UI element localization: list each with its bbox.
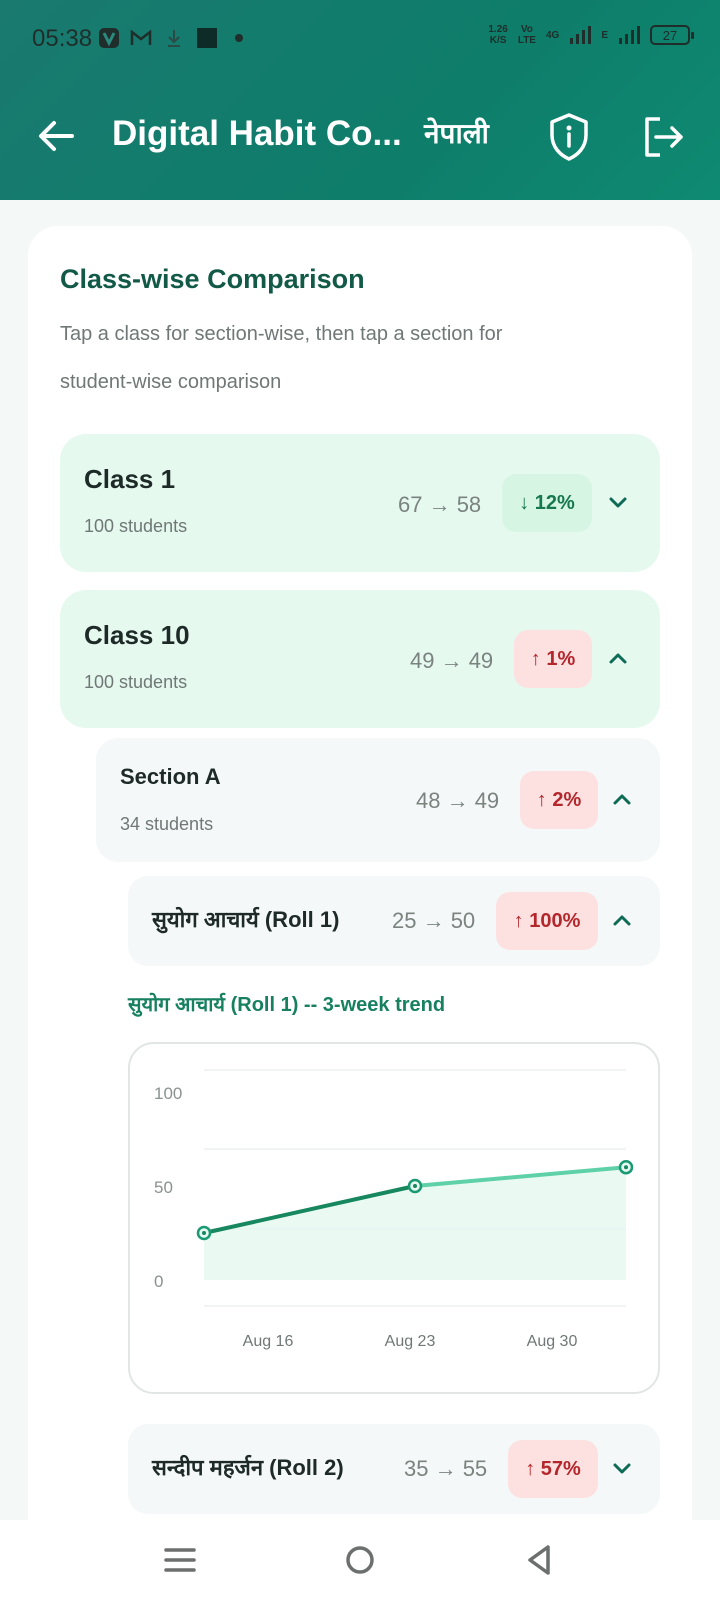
y-tick-label: 50 bbox=[154, 1178, 173, 1197]
x-tick-label: Aug 16 bbox=[243, 1333, 294, 1350]
chevron-up-icon[interactable] bbox=[610, 788, 634, 812]
status-time: 05:38 bbox=[32, 25, 93, 52]
section-score-change: 48 → 49 bbox=[416, 788, 500, 813]
language-toggle-button[interactable]: नेपाली bbox=[424, 114, 489, 152]
signal-icon-2 bbox=[619, 26, 640, 44]
y-tick-label: 100 bbox=[154, 1084, 182, 1103]
class-row-10[interactable]: Class 10 100 students 49 → 49 ↑ 1% bbox=[60, 590, 660, 728]
class-score-change: 67 → 58 bbox=[398, 492, 482, 517]
gmail-icon bbox=[130, 29, 152, 45]
net-type-4g: 4G bbox=[545, 29, 560, 41]
class-student-count: 100 students bbox=[84, 672, 188, 692]
logout-icon[interactable] bbox=[640, 114, 686, 160]
app-header: 05:38 1.26 K/S Vo LTE 4G E 27 Digital Habi… bbox=[0, 0, 720, 200]
student-name: सुयोग आचार्य (Roll 1) bbox=[152, 907, 340, 932]
student-score-change: 35 → 55 bbox=[404, 1456, 488, 1481]
status-bar: 05:38 1.26 K/S Vo LTE 4G E 27 bbox=[0, 0, 720, 80]
vpn-icon bbox=[99, 28, 119, 48]
change-badge-down: ↓ 12% bbox=[502, 474, 592, 532]
net-type-e: E bbox=[601, 29, 608, 41]
chevron-down-icon[interactable] bbox=[610, 1457, 634, 1481]
x-tick-label: Aug 30 bbox=[527, 1333, 578, 1350]
app-square-icon bbox=[197, 28, 217, 48]
battery-indicator: 27 bbox=[650, 25, 694, 45]
trend-chart-svg: 100 50 0 Aug 16 Aug 23 Aug 30 bbox=[154, 1069, 634, 1350]
menu-icon[interactable] bbox=[162, 1542, 198, 1578]
class-score-change: 49 → 49 bbox=[410, 648, 494, 673]
student-score-change: 25 → 50 bbox=[392, 908, 476, 933]
status-indicators: 1.26 K/S Vo LTE 4G E 27 bbox=[488, 24, 694, 46]
card-title: Class-wise Comparison bbox=[60, 264, 365, 294]
section-row-a[interactable]: Section A 34 students 48 → 49 ↑ 2% bbox=[96, 738, 660, 862]
data-point-core bbox=[202, 1231, 206, 1235]
home-circle-icon[interactable] bbox=[342, 1542, 378, 1578]
trend-chart-title: सुयोग आचार्य (Roll 1) -- 3-week trend bbox=[128, 994, 446, 1016]
page-title: Digital Habit Co... bbox=[112, 114, 402, 153]
change-badge-up: ↑ 1% bbox=[514, 630, 592, 688]
y-tick-label: 0 bbox=[154, 1272, 163, 1291]
back-triangle-icon[interactable] bbox=[522, 1542, 558, 1578]
class-student-count: 100 students bbox=[84, 516, 188, 536]
x-tick-label: Aug 23 bbox=[385, 1333, 436, 1350]
change-badge-up: ↑ 57% bbox=[508, 1440, 598, 1498]
chevron-down-icon[interactable] bbox=[606, 491, 630, 515]
class-name: Class 10 bbox=[84, 620, 190, 650]
back-arrow-icon[interactable] bbox=[34, 114, 78, 158]
notification-dot-icon bbox=[235, 34, 243, 42]
student-row-roll-1[interactable]: सुयोग आचार्य (Roll 1) 25 → 50 ↑ 100% bbox=[128, 876, 660, 966]
volte-indicator: Vo LTE bbox=[517, 24, 536, 46]
student-name: सन्दीप महर्जन (Roll 2) bbox=[152, 1455, 344, 1480]
net-speed: 1.26 K/S bbox=[488, 24, 508, 46]
change-badge-up: ↑ 2% bbox=[520, 771, 598, 829]
download-icon bbox=[168, 30, 180, 47]
trend-chart: 100 50 0 Aug 16 Aug 23 Aug 30 bbox=[128, 1042, 660, 1394]
section-name: Section A bbox=[120, 764, 221, 789]
change-badge-up: ↑ 100% bbox=[496, 892, 598, 950]
data-point-core bbox=[413, 1184, 417, 1188]
card-description: Tap a class for section-wise, then tap a… bbox=[60, 323, 503, 393]
class-row-1[interactable]: Class 1 100 students 67 → 58 ↓ 12% bbox=[60, 434, 660, 572]
chevron-up-icon[interactable] bbox=[610, 909, 634, 933]
signal-icon bbox=[570, 26, 592, 44]
chevron-up-icon[interactable] bbox=[606, 647, 630, 671]
class-name: Class 1 bbox=[84, 464, 176, 494]
data-point-core bbox=[624, 1165, 628, 1170]
student-row-roll-2[interactable]: सन्दीप महर्जन (Roll 2) 35 → 55 ↑ 57% bbox=[128, 1424, 660, 1514]
shield-info-icon[interactable] bbox=[546, 112, 592, 162]
system-nav-bar bbox=[0, 1520, 720, 1600]
section-student-count: 34 students bbox=[120, 814, 214, 834]
